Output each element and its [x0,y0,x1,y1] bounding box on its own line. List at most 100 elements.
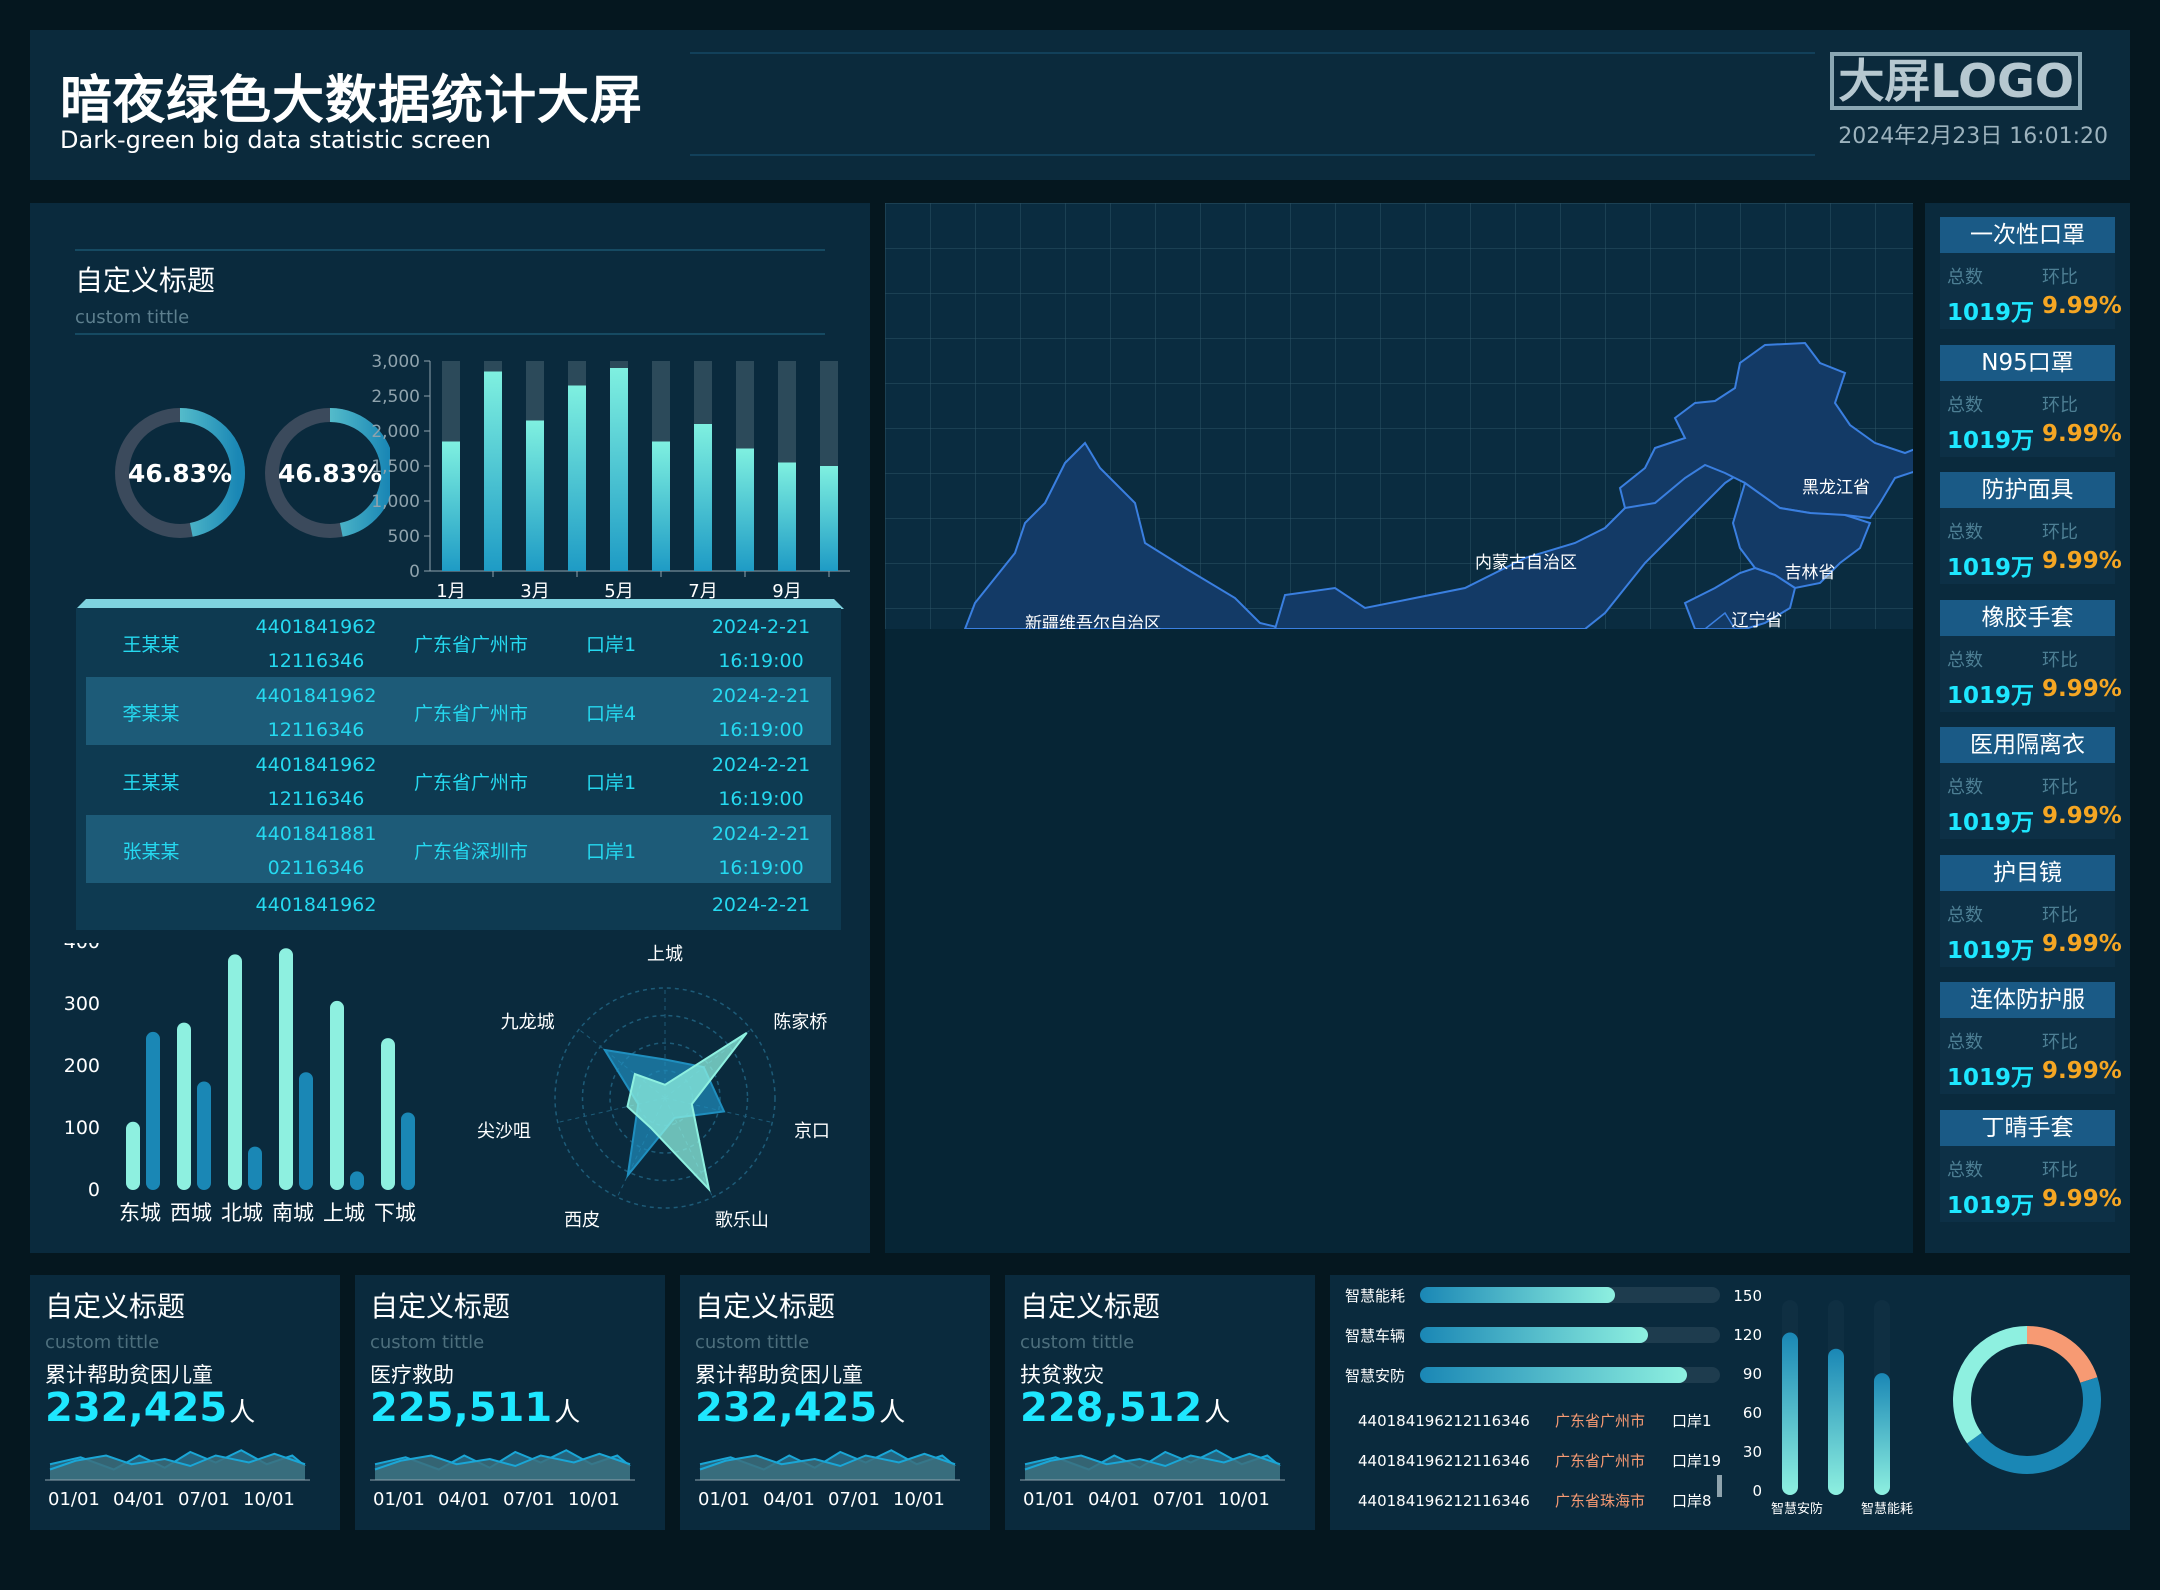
bar[interactable] [146,1031,160,1190]
y-tick-label: 90 [1743,1365,1762,1383]
panel-subtitle: custom tittle [75,307,190,328]
stat-card[interactable]: 护目镜 总数 环比 1019万 9.99% [1940,854,2122,967]
bar[interactable] [381,1038,395,1190]
stat-card[interactable]: 橡胶手套 总数 环比 1019万 9.99% [1940,599,2122,712]
table-cell-id-line2: 12116346 [267,650,365,672]
progress-fill [1420,1327,1648,1343]
bar[interactable] [248,1146,262,1190]
table-cell-city: 广东省广州市 [413,703,528,725]
vbar[interactable] [1828,1348,1844,1495]
bar[interactable] [228,954,242,1190]
bar[interactable] [279,948,293,1190]
card-subtitle: custom tittle [695,1332,810,1353]
card-value: 225,511 [370,1385,553,1431]
radar-indicator-label: 歌乐山 [715,1210,769,1231]
sparkline-x-label: 01/01 [48,1489,100,1510]
bar[interactable] [330,1000,344,1190]
stat-total-label: 总数 [1947,649,1983,671]
stat-summary-card[interactable]: 自定义标题 custom tittle 累计帮助贫困儿童 232,425人 01/01 0… [30,1275,340,1530]
stat-total-value: 1019万 [1947,300,2035,326]
bar[interactable] [610,368,628,571]
header-divider-top [690,52,1815,54]
bar[interactable] [442,441,460,572]
stat-card[interactable]: 医用隔离衣 总数 环比 1019万 9.99% [1940,727,2122,839]
stat-total-value: 1019万 [1947,1065,2035,1091]
stat-ratio-value: 9.99% [2042,803,2122,829]
stat-card-title: 护目镜 [1940,854,2115,891]
table-cell-id-line2: 12116346 [267,788,365,810]
stat-ratio-value: 9.99% [2042,1185,2122,1212]
radar-indicator-label: 西皮 [564,1210,600,1231]
stat-card[interactable]: 一次性口罩 总数 环比 1019万 9.99% [1940,217,2122,329]
table-row[interactable]: 李某某 4401841962 12116346 广东省广州市 口岸4 2024-2-21 1… [86,677,831,745]
sparkline-x-label: 07/01 [503,1489,555,1510]
y-tick-label: 2,000 [371,422,420,442]
table-cell-name: 王某某 [122,772,180,794]
bar[interactable] [694,424,712,571]
bar[interactable] [126,1121,140,1190]
bar[interactable] [526,420,544,572]
y-tick-label: 150 [1733,1287,1762,1305]
panel-title: 自定义标题 [75,264,216,297]
stat-card[interactable]: 防护面具 总数 环比 1019万 9.99% [1940,472,2122,584]
vbar[interactable] [1782,1332,1798,1496]
bar[interactable] [299,1072,313,1190]
bar[interactable] [736,448,754,572]
vbar[interactable] [1874,1373,1890,1495]
bar[interactable] [197,1081,211,1191]
bar[interactable] [820,466,838,571]
table-cell-id: 440184196212116346 [1358,1492,1530,1510]
table-cell-time: 16:19:00 [718,719,804,741]
table-cell-id: 440184196212116346 [1358,1412,1530,1430]
radar-indicator-label: 九龙城 [501,1012,555,1033]
x-tick-label: 上城 [323,1201,365,1225]
records-table: 王某某 4401841962 12116346 广东省广州市 口岸1 2024-2-21 1… [76,608,841,930]
header: 暗夜绿色大数据统计大屏 Dark-green big data statisti… [30,30,2130,180]
stat-card[interactable]: 连体防护服 总数 环比 1019万 9.99% [1940,982,2122,1094]
table-cell-date: 2024-2-21 [711,616,811,638]
progress-label: 智慧安防 [1345,1367,1405,1385]
table-row[interactable]: 张某某 4401841881 02116346 广东省深圳市 口岸1 2024-2-21 1… [86,815,831,883]
bar[interactable] [350,1171,364,1190]
card-value: 232,425 [45,1385,228,1431]
stat-total-label: 总数 [1947,777,1983,798]
sparkline-x-label: 04/01 [438,1489,490,1510]
china-map[interactable]: 黑龙江省 内蒙古自治区 吉林省 辽宁省 新疆维吾尔自治区 [885,203,1913,629]
card-value-wrapper: 232,425人 [45,1385,255,1431]
stat-summary-card[interactable]: 自定义标题 custom tittle 医疗救助 225,511人 01/01 04/01… [355,1275,665,1530]
bar[interactable] [401,1112,415,1191]
table-row[interactable]: 王某某 4401841962 12116346 广东省广州市 口岸1 2024-2-21 1… [86,608,831,676]
sparkline-x-label: 10/01 [893,1489,945,1510]
bar[interactable] [484,371,502,572]
map-label-heilongjiang: 黑龙江省 [1802,478,1870,498]
bar[interactable] [778,462,796,572]
scrollbar[interactable] [1717,1475,1722,1497]
table-row[interactable]: 王某某 4401841962 12116346 广东省广州市 口岸1 2024-2-21 1… [86,746,831,814]
table-cell-time: 16:19:00 [718,650,804,672]
card-subtitle: custom tittle [45,1332,160,1353]
table-cell-id-line1: 4401841962 [255,685,377,707]
sparkline-x-label: 01/01 [373,1489,425,1510]
map-label-jilin: 吉林省 [1785,563,1836,583]
stat-summary-card[interactable]: 自定义标题 custom tittle 累计帮助贫困儿童 232,425人 01/01 0… [680,1275,990,1530]
stat-summary-card[interactable]: 自定义标题 custom tittle 扶贫救灾 228,512人 01/01 04/01… [1005,1275,1315,1530]
stat-card[interactable]: 丁晴手套 总数 环比 1019万 9.99% [1940,1109,2122,1222]
bar[interactable] [177,1022,191,1190]
sparkline-x-label: 04/01 [1088,1489,1140,1510]
title-divider-top [75,249,825,251]
bar[interactable] [652,441,670,572]
bar[interactable] [568,385,586,572]
donut-label: 46.83% [278,459,382,488]
table-row[interactable]: 4401841962 2024-2-21 [86,884,831,924]
y-tick-label: 60 [1743,1404,1762,1422]
table-cell-port: 口岸1 [585,634,637,656]
sparkline-chart: 01/01 04/01 07/01 10/01 [370,1449,635,1510]
radar-chart: 上城陈家桥京口歌乐山 西皮 尖沙咀 九龙城 [477,944,830,1231]
stat-card[interactable]: N95口罩 总数 环比 1019万 9.99% [1940,344,2122,457]
card-subtitle: custom tittle [1020,1332,1135,1353]
stat-ratio-label: 环比 [2042,904,2078,926]
card-unit: 人 [879,1398,906,1428]
sparkline-x-label: 10/01 [568,1489,620,1510]
radar-indicator-label: 尖沙咀 [477,1121,531,1142]
stat-ratio-label: 环比 [2042,1159,2078,1181]
